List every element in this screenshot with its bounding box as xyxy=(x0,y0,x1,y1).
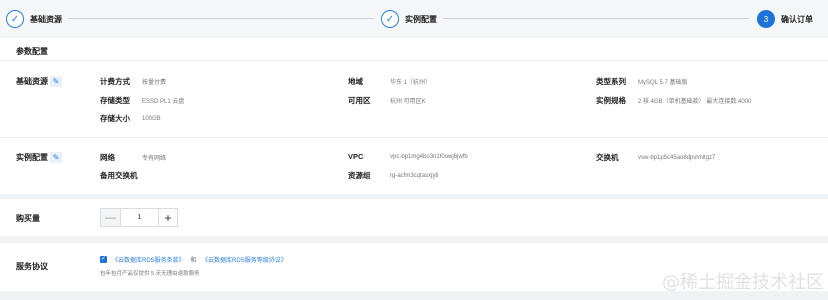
kv-value: 专有网络 xyxy=(142,156,167,162)
step-number: 3 xyxy=(757,10,775,28)
kv-billing: 计费方式 按量付费 xyxy=(100,76,166,87)
kv-value: vpc-bp1mg4bo3n1t0owj6jwfb xyxy=(390,153,468,160)
heading-text: 基础资源 xyxy=(16,77,48,86)
kv-resource-group: 资源组 rg-acfm3cqtasxjyti xyxy=(348,170,438,181)
kv-backup-switch: 备用交换机 xyxy=(100,170,138,181)
basic-resources-heading: 基础资源 ✎ xyxy=(16,76,62,87)
increment-button[interactable]: + xyxy=(158,209,177,226)
quantity-input[interactable]: 1 xyxy=(120,209,158,226)
divider xyxy=(0,137,828,138)
kv-value: 100GB xyxy=(142,115,161,122)
kv-key: 资源组 xyxy=(348,171,371,180)
refund-note: 包年包月产品仅提供 5 天无理由退款服务 xyxy=(100,271,200,277)
kv-key: 可用区 xyxy=(348,96,371,105)
kv-network: 网络 专有网络 xyxy=(100,152,166,163)
kv-key: VPC xyxy=(348,152,364,161)
quantity-panel: 购买量 — 1 + xyxy=(0,199,828,236)
kv-value: vsw-bp1p5c45ao8dpvlmltgz7 xyxy=(638,154,716,161)
terms-label: 服务协议 xyxy=(16,262,48,271)
step-label: 实例配置 xyxy=(405,14,437,24)
quantity-stepper: — 1 + xyxy=(100,208,178,227)
terms-and: 和 xyxy=(190,258,197,264)
kv-value: ESSD PL1 云盘 xyxy=(142,99,185,105)
quantity-label: 购买量 xyxy=(16,214,40,223)
step-label: 基础资源 xyxy=(30,14,62,24)
kv-value: 华东 1（杭州） xyxy=(390,80,432,86)
kv-key: 实例规格 xyxy=(596,96,626,105)
kv-key: 地域 xyxy=(348,77,363,86)
kv-key: 备用交换机 xyxy=(100,171,138,180)
kv-series: 类型系列 MySQL 5.7 基础版 xyxy=(596,76,687,87)
instance-config-heading: 实例配置 ✎ xyxy=(16,152,62,163)
step-basic-resources[interactable]: ✓ 基础资源 xyxy=(6,9,62,29)
check-icon: ✓ xyxy=(381,10,399,28)
decrement-button[interactable]: — xyxy=(101,209,120,226)
step-connector xyxy=(68,18,374,19)
kv-region: 地域 华东 1（杭州） xyxy=(348,76,431,87)
agree-checkbox[interactable]: ✓ xyxy=(100,256,107,263)
kv-zone: 可用区 杭州 可用区K xyxy=(348,95,426,106)
section-title: 参数配置 xyxy=(16,47,48,56)
watermark: @稀土掘金技术社区 xyxy=(662,272,824,293)
pencil-icon[interactable]: ✎ xyxy=(50,152,62,163)
rds-terms-link[interactable]: 《云数据库RDS服务条款》 xyxy=(112,258,185,264)
kv-storage-type: 存储类型 ESSD PL1 云盘 xyxy=(100,95,184,106)
step-instance-config[interactable]: ✓ 实例配置 xyxy=(381,9,437,29)
kv-spec: 实例规格 2 核 4GB（单机基础款） 最大连接数:4000 xyxy=(596,95,751,106)
step-label: 确认订单 xyxy=(781,14,813,24)
kv-value: 2 核 4GB（单机基础款） 最大连接数:4000 xyxy=(638,99,752,105)
kv-key: 计费方式 xyxy=(100,77,130,86)
terms-line: 《云数据库RDS服务条款》 和 《云数据库RDS服务等级协议》 xyxy=(112,255,287,264)
steps-bar: ✓ 基础资源 ✓ 实例配置 3 确认订单 xyxy=(0,0,828,38)
kv-vswitch: 交换机 vsw-bp1p5c45ao8dpvlmltgz7 xyxy=(596,152,715,163)
kv-key: 类型系列 xyxy=(596,77,626,86)
step-confirm-order[interactable]: 3 确认订单 xyxy=(757,9,813,29)
heading-text: 实例配置 xyxy=(16,153,48,162)
step-connector xyxy=(443,18,749,19)
kv-value: 杭州 可用区K xyxy=(390,99,426,105)
kv-key: 存储大小 xyxy=(100,114,130,123)
kv-value: rg-acfm3cqtasxjyti xyxy=(390,172,439,179)
params-panel: 参数配置 基础资源 ✎ 计费方式 按量付费 存储类型 ESSD PL1 云盘 存… xyxy=(0,38,828,194)
divider xyxy=(0,60,828,61)
pencil-icon[interactable]: ✎ xyxy=(50,76,62,87)
kv-key: 网络 xyxy=(100,153,115,162)
kv-key: 存储类型 xyxy=(100,96,130,105)
kv-key: 交换机 xyxy=(596,153,619,162)
kv-vpc: VPC vpc-bp1mg4bo3n1t0owj6jwfb xyxy=(348,152,468,161)
kv-storage-size: 存储大小 100GB xyxy=(100,113,161,124)
rds-sla-link[interactable]: 《云数据库RDS服务等级协议》 xyxy=(202,258,287,264)
kv-value: MySQL 5.7 基础版 xyxy=(638,80,688,86)
kv-value: 按量付费 xyxy=(142,80,167,86)
check-icon: ✓ xyxy=(6,10,24,28)
